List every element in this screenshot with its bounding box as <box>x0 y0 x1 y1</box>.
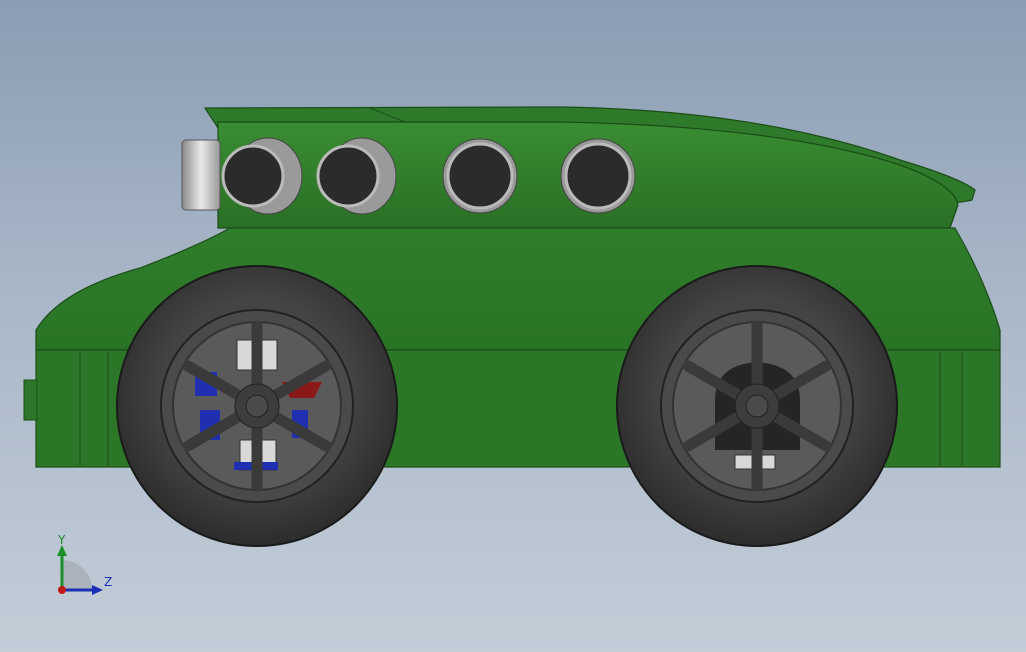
sensor-4 <box>560 138 636 214</box>
cad-viewport[interactable]: Y Z <box>0 0 1026 652</box>
sensor-3 <box>442 138 518 214</box>
triad-z-label: Z <box>104 575 112 589</box>
robot-car-model[interactable]: Y Z <box>0 0 1026 652</box>
orientation-triad[interactable]: Y Z <box>57 533 112 595</box>
triad-y-label: Y <box>57 533 66 547</box>
rear-wheel <box>616 265 898 547</box>
front-wheel <box>116 265 398 547</box>
front-cylinder <box>181 139 221 211</box>
front-bumper <box>23 379 38 421</box>
